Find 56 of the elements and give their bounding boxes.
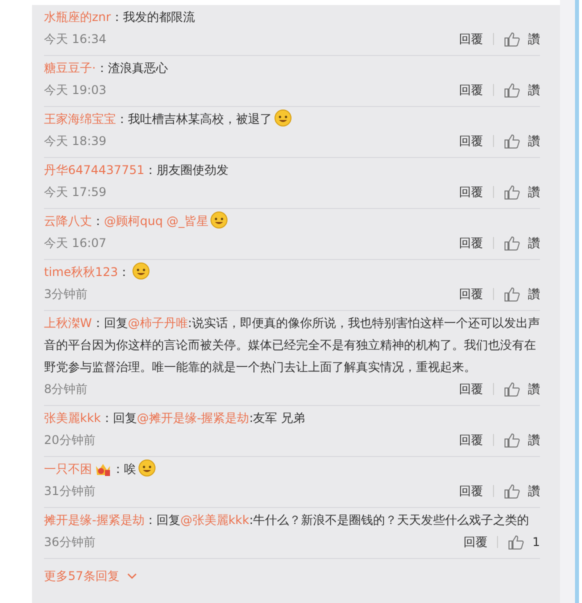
like-button[interactable]: 讚 — [504, 482, 540, 500]
thumbs-up-icon — [504, 184, 520, 200]
chevron-down-icon — [127, 572, 138, 580]
emoji-icon — [138, 459, 156, 477]
reply-link[interactable]: 回覆 — [459, 482, 483, 500]
thumbs-up-icon — [504, 286, 520, 302]
emoji-icon — [132, 262, 150, 280]
comment-text: 糖豆豆子·：渣浪真恶心 — [44, 60, 169, 77]
timestamp: 今天 16:07 — [44, 235, 108, 252]
like-button[interactable]: 讚 — [504, 183, 540, 201]
comment-text: 王家海绵宝宝：我吐槽吉林某高校，被退了 — [44, 108, 540, 130]
timestamp: 36分钟前 — [44, 534, 96, 551]
timestamp: 今天 18:39 — [44, 133, 108, 150]
reply-link[interactable]: 回覆 — [463, 533, 488, 551]
reply-link[interactable]: 回覆 — [459, 183, 483, 201]
comment-text: 张美麗kkk：回复@摊开是缘-握紧是劫:友军 兄弟 — [44, 410, 306, 427]
scrollbar[interactable] — [575, 0, 579, 603]
thumbs-up-icon — [504, 382, 520, 396]
thumbs-up-icon — [504, 32, 520, 46]
like-button[interactable]: 讚 — [504, 285, 540, 303]
thumbs-up-icon — [504, 82, 520, 98]
timestamp: 8分钟前 — [44, 381, 89, 398]
reply-link[interactable]: 回覆 — [459, 234, 483, 252]
like-button[interactable]: 讚 — [504, 132, 540, 150]
thumbs-up-icon — [504, 484, 520, 498]
comment-text: 摊开是缘-握紧是劫：回复@张美麗kkk:牛什么？新浪不是圈钱的？天天发些什么戏子之类的 — [44, 512, 530, 529]
reply-link[interactable]: 回覆 — [459, 431, 483, 449]
timestamp: 20分钟前 — [44, 432, 96, 449]
thumbs-up-icon — [504, 236, 520, 250]
emoji-icon — [274, 109, 292, 127]
thumbs-up-icon — [504, 134, 520, 148]
comment-text: 云降八丈：@顾柯quq @_皆星 — [44, 210, 540, 232]
like-button[interactable]: 讚 — [504, 81, 540, 99]
emoji-icon — [210, 211, 228, 229]
like-button[interactable]: 1 — [508, 533, 540, 551]
like-button[interactable]: 讚 — [504, 431, 540, 449]
thumbs-up-icon — [508, 534, 524, 550]
reply-link[interactable]: 回覆 — [459, 380, 483, 398]
timestamp: 今天 16:34 — [44, 31, 108, 48]
thumbs-up-icon — [504, 432, 520, 448]
comment-text: time秋秋123： — [44, 261, 540, 283]
comment-text: 丹华6474437751：朋友圈使劲发 — [44, 162, 230, 179]
reply-link[interactable]: 回覆 — [459, 132, 483, 150]
timestamp: 31分钟前 — [44, 483, 96, 500]
comment-text: 水瓶座的znr：我发的都限流 — [44, 9, 196, 26]
like-button[interactable]: 讚 — [504, 380, 540, 398]
reply-link[interactable]: 回覆 — [459, 285, 483, 303]
timestamp: 今天 17:59 — [44, 184, 108, 201]
timestamp: 今天 19:03 — [44, 82, 108, 99]
like-button[interactable]: 讚 — [504, 234, 540, 252]
timestamp: 3分钟前 — [44, 286, 89, 303]
reply-link[interactable]: 回覆 — [459, 81, 483, 99]
like-button[interactable]: 讚 — [504, 30, 540, 48]
comment-text: 一只不困 ：唉 — [44, 458, 540, 480]
reply-link[interactable]: 回覆 — [459, 30, 483, 48]
comment-text: 上秋滐W：回复@柿子丹唯:说实话，即便真的像你所说，我也特别害怕这样一个还可以发出声音的平台因为你这样的言论而被关停。媒体已经完全不是有独立精神的机构了。我们也没有在野党参与监督治理。唯一能靠的就是一个热门去让上面了解真实情况，重视起来。 — [44, 315, 540, 376]
